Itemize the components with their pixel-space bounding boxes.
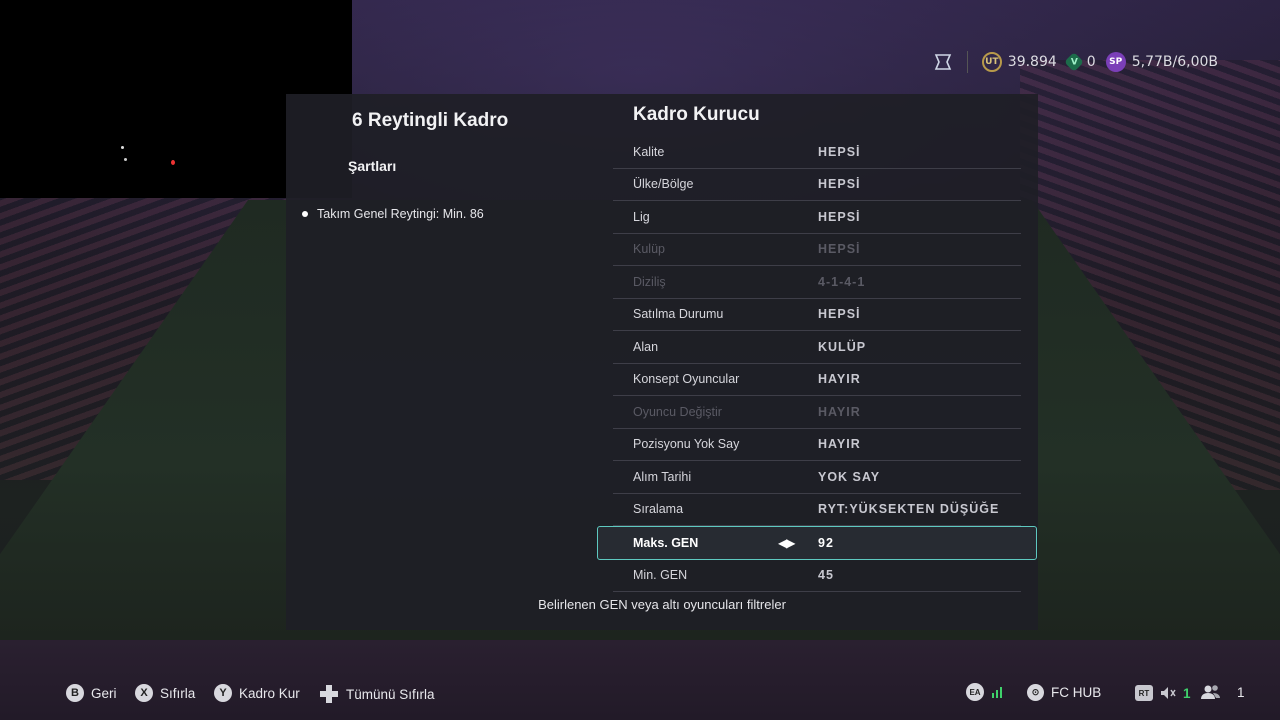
requirement-text: Takım Genel Reytingi: Min. 86 <box>317 207 484 221</box>
filter-row-concept-players[interactable]: Konsept Oyuncular HAYIR <box>613 364 1021 396</box>
filter-value: 45 <box>818 568 834 583</box>
filter-label: Pozisyonu Yok Say <box>633 437 740 452</box>
filter-row-tradeable[interactable]: Satılma Durumu HEPSİ <box>613 299 1021 331</box>
light-dot <box>121 146 124 149</box>
voice-count: 1 <box>1183 685 1191 701</box>
signal-icon <box>991 685 1005 699</box>
filter-row-scope[interactable]: Alan KULÜP <box>613 331 1021 364</box>
red-light-dot <box>171 160 175 165</box>
filter-label: Kulüp <box>633 242 665 257</box>
requirement-item: Takım Genel Reytingi: Min. 86 <box>302 207 484 221</box>
light-dot <box>124 158 127 161</box>
filter-label: Kalite <box>633 144 665 159</box>
left-right-arrows-icon[interactable]: ◀▶ <box>778 536 795 550</box>
ea-status: EA <box>966 683 1005 701</box>
build-label: Kadro Kur <box>239 685 300 701</box>
party-indicator[interactable]: 1 <box>1200 684 1245 700</box>
dpad-icon <box>319 684 339 704</box>
filter-label: Konsept Oyuncular <box>633 372 740 387</box>
hub-button-icon: ⊙ <box>1027 684 1044 701</box>
filter-value: YOK SAY <box>818 469 881 484</box>
ea-icon: EA <box>966 683 984 701</box>
party-icon <box>1200 684 1222 700</box>
voice-control[interactable]: RT 1 <box>1135 685 1191 701</box>
reset-all-label: Tümünü Sıfırla <box>346 686 435 702</box>
filter-hint: Belirlenen GEN veya altı oyuncuları filt… <box>538 597 786 612</box>
y-button-icon: Y <box>214 684 232 702</box>
filter-label: Min. GEN <box>633 568 688 583</box>
x-button-icon: X <box>135 684 153 702</box>
filter-label: Alım Tarihi <box>633 469 692 484</box>
filter-row-acquired-date[interactable]: Alım Tarihi YOK SAY <box>613 461 1021 494</box>
team-logo-icon <box>933 52 953 72</box>
filter-value: HAYIR <box>818 372 861 387</box>
filter-row-min-ovr[interactable]: Min. GEN 45 <box>613 560 1021 592</box>
points-value: 0 <box>1086 54 1096 70</box>
b-button-icon: B <box>66 684 84 702</box>
sp-value: 5,77B/6,00B <box>1131 54 1218 70</box>
filter-label: Ülke/Bölge <box>633 177 694 192</box>
filter-list: Kalite HEPSİ Ülke/Bölge HEPSİ Lig HEPSİ … <box>597 136 1037 592</box>
filter-label: Oyuncu Değiştir <box>633 404 722 419</box>
sp-icon: SP <box>1105 52 1126 72</box>
filter-row-formation: Diziliş 4-1-4-1 <box>613 266 1021 299</box>
filter-row-sort[interactable]: Sıralama RYT:YÜKSEKTEN DÜŞÜĞE <box>613 494 1021 526</box>
points-display: V 0 <box>1063 52 1096 72</box>
back-control[interactable]: B Geri <box>66 684 117 702</box>
ut-coin-icon: UT <box>981 52 1002 72</box>
filter-value: HEPSİ <box>818 242 861 257</box>
back-label: Geri <box>91 685 117 701</box>
fc-hub-control[interactable]: ⊙ FC HUB <box>1027 684 1101 701</box>
filter-value: 4-1-4-1 <box>818 274 866 289</box>
reset-all-control[interactable]: Tümünü Sıfırla <box>319 684 435 704</box>
filter-value: HEPSİ <box>818 209 861 224</box>
reset-label: Sıfırla <box>160 685 196 701</box>
filter-label: Diziliş <box>633 274 666 289</box>
build-squad-control[interactable]: Y Kadro Kur <box>214 684 300 702</box>
filter-value: HEPSİ <box>818 177 861 192</box>
filter-row-league[interactable]: Lig HEPSİ <box>613 201 1021 234</box>
squad-builder-panel: 6 Reytingli Kadro Şartları Takım Genel R… <box>286 94 1038 630</box>
filter-row-max-ovr[interactable]: Maks. GEN ◀▶ 92 <box>597 526 1037 560</box>
rt-trigger-icon: RT <box>1135 685 1153 701</box>
reset-control[interactable]: X Sıfırla <box>135 684 195 702</box>
sp-display: SP 5,77B/6,00B <box>1105 52 1218 72</box>
requirements-heading: Şartları <box>348 158 397 174</box>
fc-points-label: V <box>1070 57 1078 67</box>
divider <box>966 51 968 73</box>
filter-value: RYT:YÜKSEKTEN DÜŞÜĞE <box>818 502 1000 517</box>
filter-label: Lig <box>633 209 650 224</box>
filter-label: Satılma Durumu <box>633 307 724 322</box>
party-count: 1 <box>1237 684 1245 700</box>
footer-controls: B Geri X Sıfırla Y Kadro Kur Tümünü Sıfı… <box>0 680 1280 708</box>
filter-row-quality[interactable]: Kalite HEPSİ <box>613 136 1021 169</box>
filter-row-ignore-position[interactable]: Pozisyonu Yok Say HAYIR <box>613 429 1021 461</box>
filter-value: HAYIR <box>818 404 861 419</box>
filter-label: Maks. GEN <box>633 535 699 550</box>
filter-row-replace-players: Oyuncu Değiştir HAYIR <box>613 396 1021 429</box>
fc-points-icon: V <box>1063 52 1084 72</box>
filter-label: Alan <box>633 339 659 354</box>
filter-row-club: Kulüp HEPSİ <box>613 234 1021 266</box>
coins-value: 39.894 <box>1007 54 1057 70</box>
currency-bar: UT 39.894 V 0 SP 5,77B/6,00B <box>933 50 1218 74</box>
filter-value: HAYIR <box>818 437 861 452</box>
speaker-muted-icon <box>1160 686 1176 700</box>
filter-value: HEPSİ <box>818 144 861 159</box>
filter-value: 92 <box>818 535 834 550</box>
coins-display: UT 39.894 <box>981 52 1057 72</box>
filter-value: HEPSİ <box>818 307 861 322</box>
filter-label: Sıralama <box>633 502 684 517</box>
bullet-icon <box>302 211 308 217</box>
sbc-title: 6 Reytingli Kadro <box>352 110 509 131</box>
filter-value: KULÜP <box>818 339 867 354</box>
builder-title: Kadro Kurucu <box>633 104 760 125</box>
fc-hub-label: FC HUB <box>1051 685 1102 700</box>
filter-row-nation[interactable]: Ülke/Bölge HEPSİ <box>613 169 1021 201</box>
